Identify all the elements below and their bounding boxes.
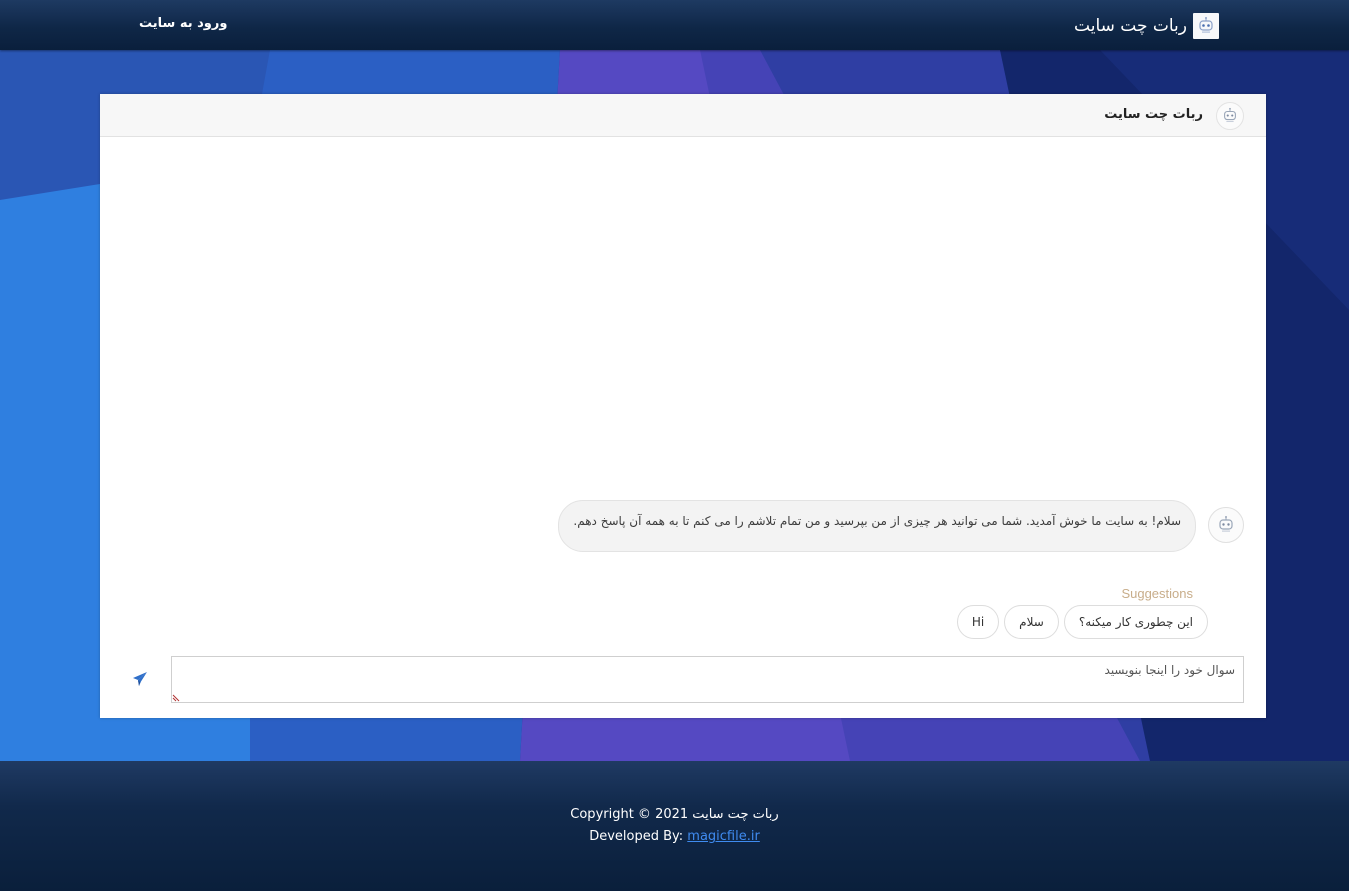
suggestion-chip-hi[interactable]: Hi <box>956 605 1000 639</box>
copyright-text: Copyright © ربات چت سایت 2021 <box>570 807 779 822</box>
chat-title: ربات چت سایت <box>1104 107 1203 122</box>
top-navbar: ربات چت سایت ورود به سایت <box>0 0 1349 50</box>
send-button[interactable] <box>128 667 152 691</box>
suggestion-chip-salam[interactable]: سلام <box>1004 605 1059 639</box>
suggestion-chips: این چطوری کار میکنه؟ سلام Hi <box>952 605 1208 639</box>
resize-grip-icon[interactable] <box>172 692 182 702</box>
developed-by-label: Developed By: <box>589 829 684 844</box>
robot-icon <box>1193 13 1219 39</box>
footer: Copyright © ربات چت سایت 2021 Developed … <box>0 761 1349 891</box>
message-input[interactable] <box>171 656 1244 703</box>
footer-developer: Developed By: magicfile.ir <box>0 829 1349 844</box>
footer-copyright: Copyright © ربات چت سایت 2021 <box>0 807 1349 822</box>
brand-title: ربات چت سایت <box>1074 16 1187 36</box>
paper-plane-icon <box>133 672 147 686</box>
chat-panel: ربات چت سایت سلام! به سایت ما خوش آمدید.… <box>100 94 1266 718</box>
robot-icon <box>1208 507 1244 543</box>
suggestions-label: Suggestions <box>1121 586 1193 601</box>
login-link[interactable]: ورود به سایت <box>139 16 227 31</box>
chat-header: ربات چت سایت <box>100 94 1266 137</box>
robot-icon <box>1216 102 1244 130</box>
brand-link[interactable]: ربات چت سایت <box>1074 13 1219 39</box>
suggestion-chip-how-it-works[interactable]: این چطوری کار میکنه؟ <box>1063 605 1208 639</box>
message-bubble: سلام! به سایت ما خوش آمدید. شما می توانی… <box>558 500 1196 552</box>
bot-message: سلام! به سایت ما خوش آمدید. شما می توانی… <box>558 500 1244 552</box>
developer-link[interactable]: magicfile.ir <box>687 829 760 844</box>
